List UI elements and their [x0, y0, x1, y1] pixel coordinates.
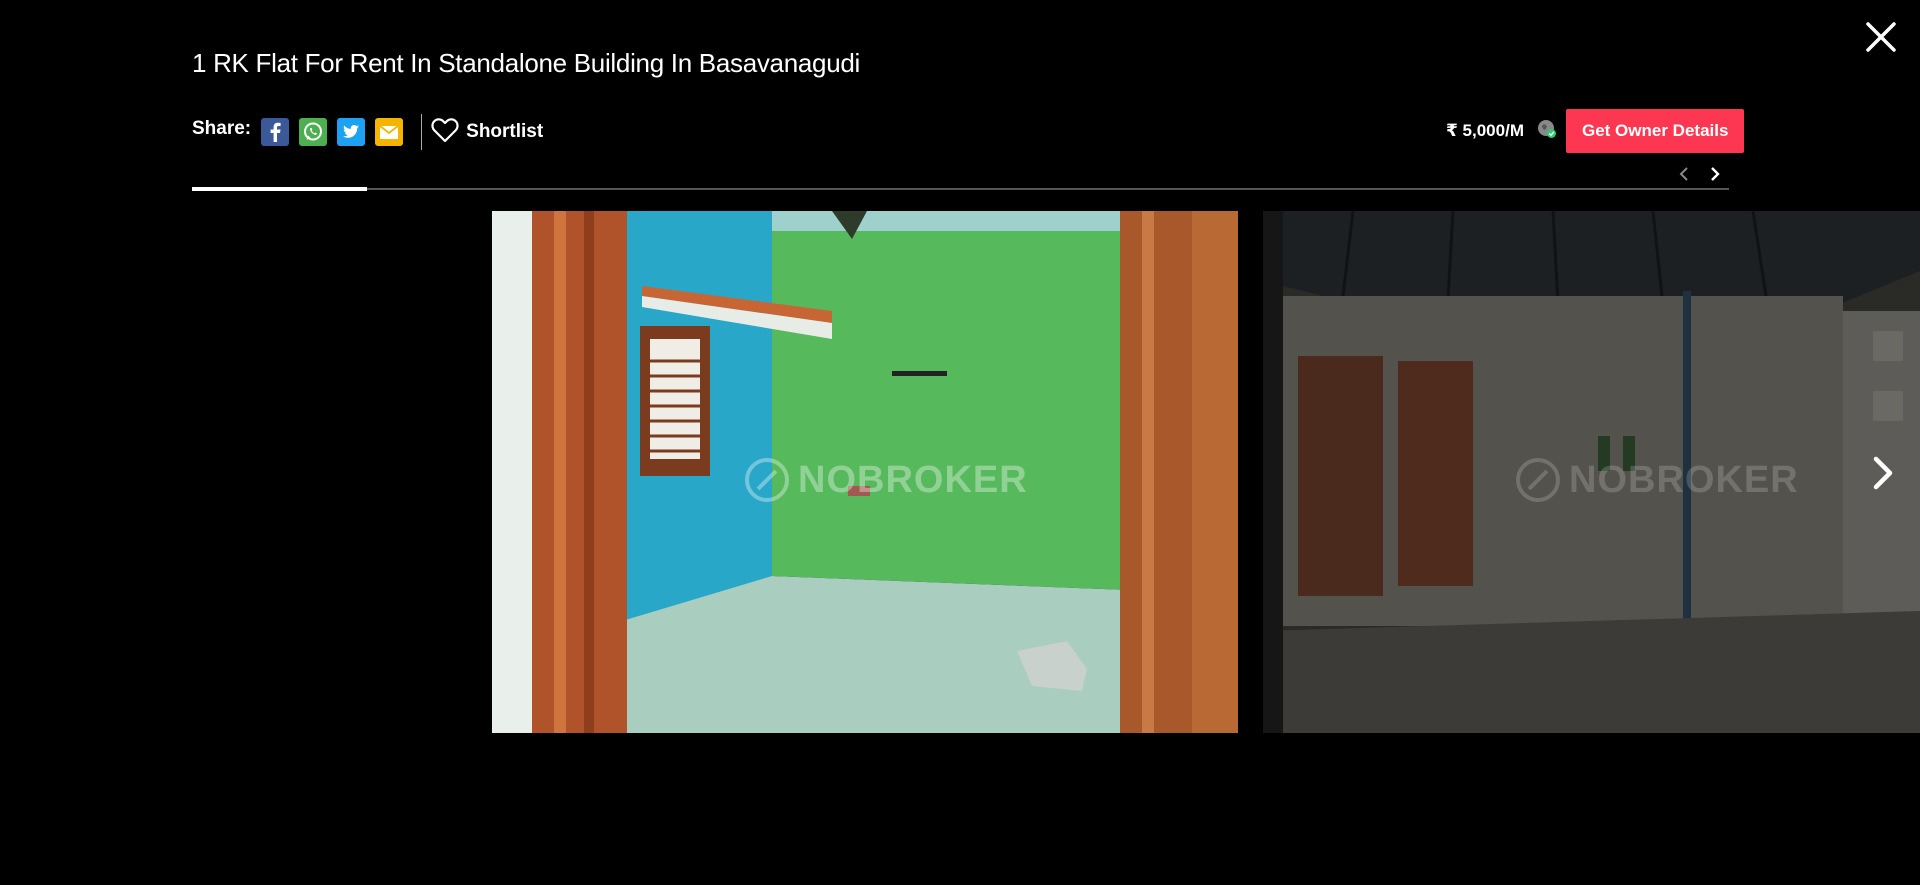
- photo-gallery-modal: 1 RK Flat For Rent In Standalone Buildin…: [0, 0, 1920, 885]
- verified-owner-icon: [1536, 118, 1558, 145]
- gallery-photo-next[interactable]: NOBROKER: [1263, 211, 1920, 733]
- nobroker-watermark: NOBROKER: [744, 457, 1028, 503]
- watermark-text: NOBROKER: [1569, 458, 1799, 501]
- gallery-photo-active[interactable]: NOBROKER: [492, 211, 1238, 733]
- close-icon[interactable]: [1864, 20, 1898, 54]
- nobroker-watermark-next: NOBROKER: [1515, 457, 1799, 503]
- watermark-logo-icon: [745, 458, 789, 502]
- rent-price: ₹ 5,000/M: [1446, 121, 1524, 140]
- twitter-icon[interactable]: [337, 118, 366, 146]
- shortlist-button[interactable]: Shortlist: [430, 116, 543, 149]
- gallery-progress-track: [192, 187, 1729, 191]
- share-divider: [421, 114, 423, 150]
- share-label: Share:: [192, 118, 252, 139]
- whatsapp-icon[interactable]: [299, 118, 328, 146]
- mini-next-arrow-icon[interactable]: [1703, 162, 1727, 186]
- facebook-icon[interactable]: [261, 118, 290, 146]
- shortlist-label: Shortlist: [466, 121, 544, 142]
- watermark-text: NOBROKER: [798, 458, 1028, 501]
- get-owner-details-button[interactable]: Get Owner Details: [1565, 109, 1745, 153]
- heart-icon: [430, 116, 460, 149]
- email-icon[interactable]: [375, 118, 404, 146]
- next-photo-arrow-icon[interactable]: [1866, 451, 1902, 495]
- mini-prev-arrow-icon[interactable]: [1672, 162, 1696, 186]
- share-bar: Share: Shortlist: [192, 112, 543, 152]
- listing-title: 1 RK Flat For Rent In Standalone Buildin…: [192, 48, 860, 78]
- gallery-progress-fill: [192, 187, 368, 191]
- price-area: ₹ 5,000/M Get Owner Details: [1446, 109, 1745, 153]
- watermark-logo-icon: [1516, 458, 1560, 502]
